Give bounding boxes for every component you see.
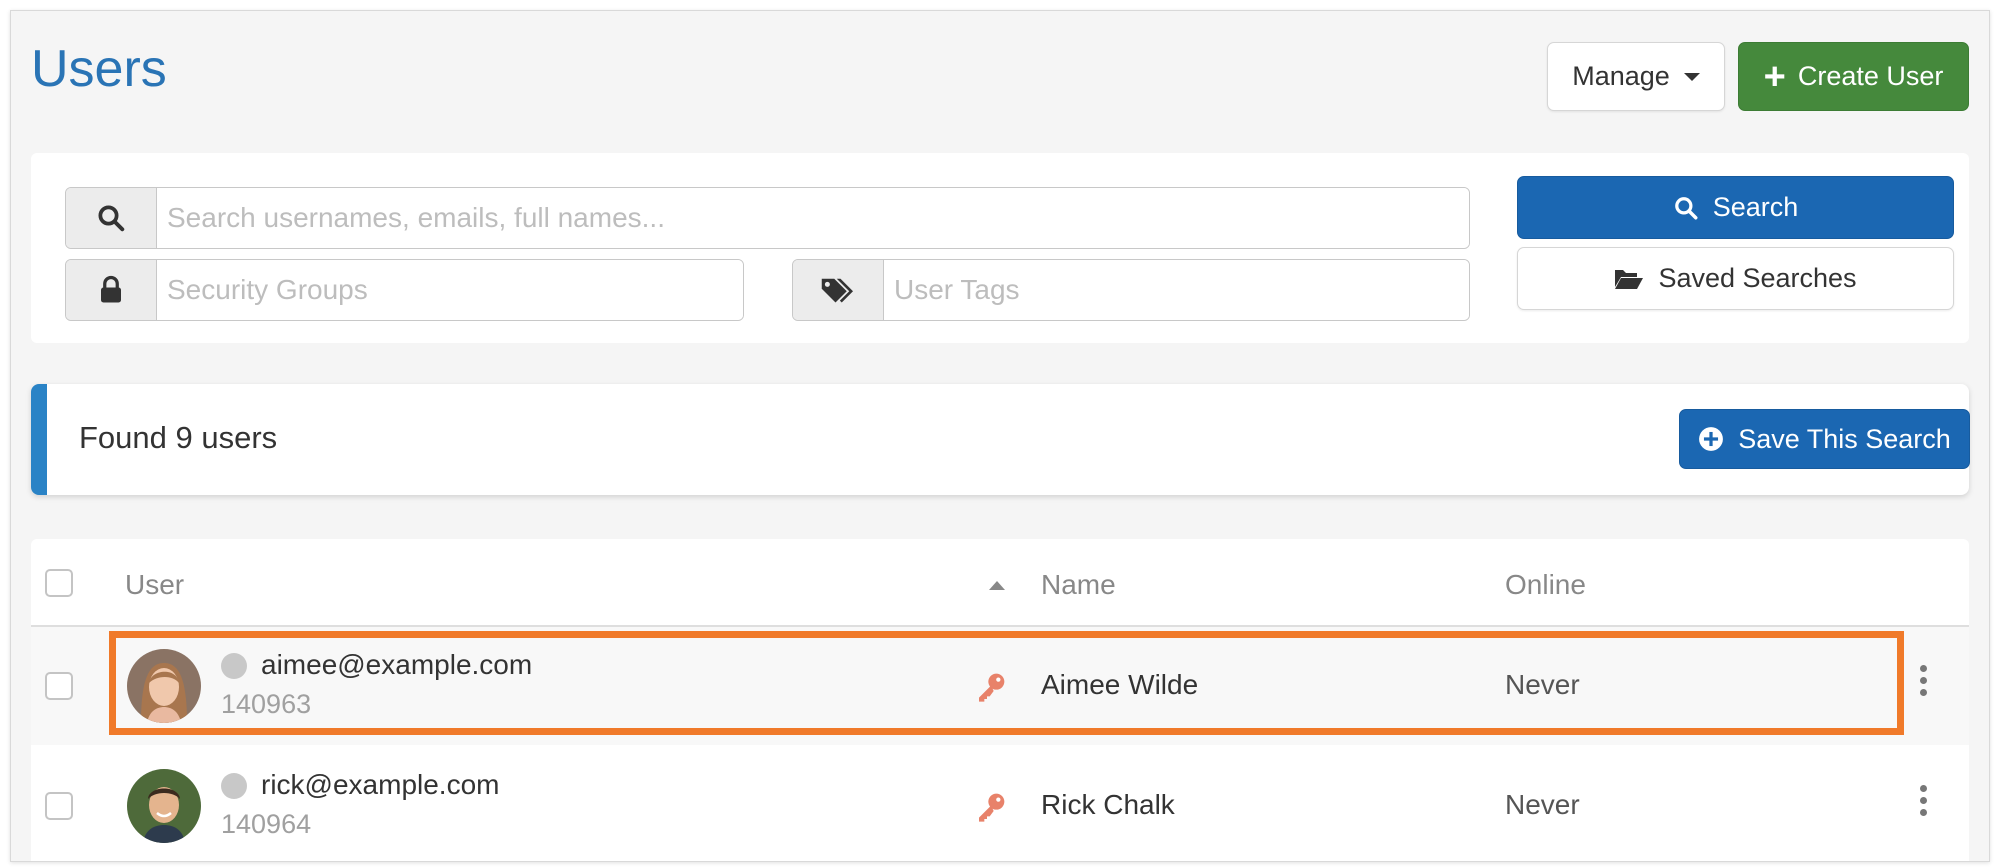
security-groups-group <box>65 259 744 321</box>
users-table: User Name Online aimee@example.com 14096… <box>31 539 1969 861</box>
page-title: Users <box>31 40 167 98</box>
search-input[interactable] <box>157 188 1469 248</box>
select-all-checkbox[interactable] <box>45 569 73 597</box>
avatar-man-icon <box>127 769 201 843</box>
search-icon <box>1674 196 1698 219</box>
manage-dropdown-button[interactable]: Manage <box>1547 42 1725 111</box>
folder-open-icon <box>1615 269 1644 289</box>
row-checkbox[interactable] <box>45 672 73 700</box>
tags-icon <box>793 260 884 320</box>
saved-searches-label: Saved Searches <box>1658 263 1857 293</box>
key-icon <box>979 673 1005 702</box>
manage-label: Manage <box>1572 61 1670 91</box>
user-full-name: Rick Chalk <box>1041 789 1175 820</box>
table-row[interactable]: aimee@example.com 140963 Aimee Wilde Nev… <box>31 627 1969 745</box>
caret-down-icon <box>1683 72 1700 81</box>
plus-icon: + <box>1763 55 1786 98</box>
search-label: Search <box>1712 192 1799 222</box>
search-icon <box>66 188 157 248</box>
user-id: 140963 <box>221 689 312 719</box>
create-user-button[interactable]: + Create User <box>1738 42 1969 111</box>
save-this-search-button[interactable]: Save This Search <box>1679 409 1970 469</box>
column-header-user[interactable]: User <box>125 569 184 601</box>
main-search-group <box>65 187 1470 249</box>
saved-searches-button[interactable]: Saved Searches <box>1517 247 1954 310</box>
user-tags-input[interactable] <box>884 260 1469 320</box>
users-page: Users Manage + Create User Search userna… <box>10 10 1990 862</box>
user-online-status: Never <box>1505 669 1580 700</box>
table-row[interactable]: rick@example.com 140964 Rick Chalk Never <box>31 747 1969 861</box>
save-this-search-label: Save This Search <box>1738 423 1951 454</box>
user-id: 140964 <box>221 809 312 839</box>
user-online-status: Never <box>1505 789 1580 820</box>
user-tags-group <box>792 259 1470 321</box>
lock-icon <box>66 260 157 320</box>
security-groups-input[interactable] <box>157 260 743 320</box>
column-header-name[interactable]: Name <box>1041 569 1116 601</box>
plus-circle-icon <box>1699 427 1724 451</box>
more-actions-icon[interactable] <box>1917 785 1929 821</box>
status-offline-icon <box>221 653 247 679</box>
found-count: Found 9 users <box>79 420 278 455</box>
row-checkbox[interactable] <box>45 792 73 820</box>
search-button[interactable]: Search <box>1517 176 1954 239</box>
more-actions-icon[interactable] <box>1917 665 1929 701</box>
search-panel: Search Saved Searches <box>31 153 1969 343</box>
user-email[interactable]: aimee@example.com <box>261 649 532 681</box>
create-user-label: Create User <box>1797 61 1944 91</box>
sort-ascending-icon[interactable] <box>989 581 1005 590</box>
column-header-online[interactable]: Online <box>1505 569 1586 601</box>
user-email[interactable]: rick@example.com <box>261 769 499 801</box>
avatar-woman-icon <box>127 649 201 723</box>
status-offline-icon <box>221 773 247 799</box>
user-full-name: Aimee Wilde <box>1041 669 1199 700</box>
table-header: User Name Online <box>31 539 1969 627</box>
results-summary-panel: Found 9 users Save This Search <box>31 384 1970 495</box>
key-icon <box>979 793 1005 822</box>
